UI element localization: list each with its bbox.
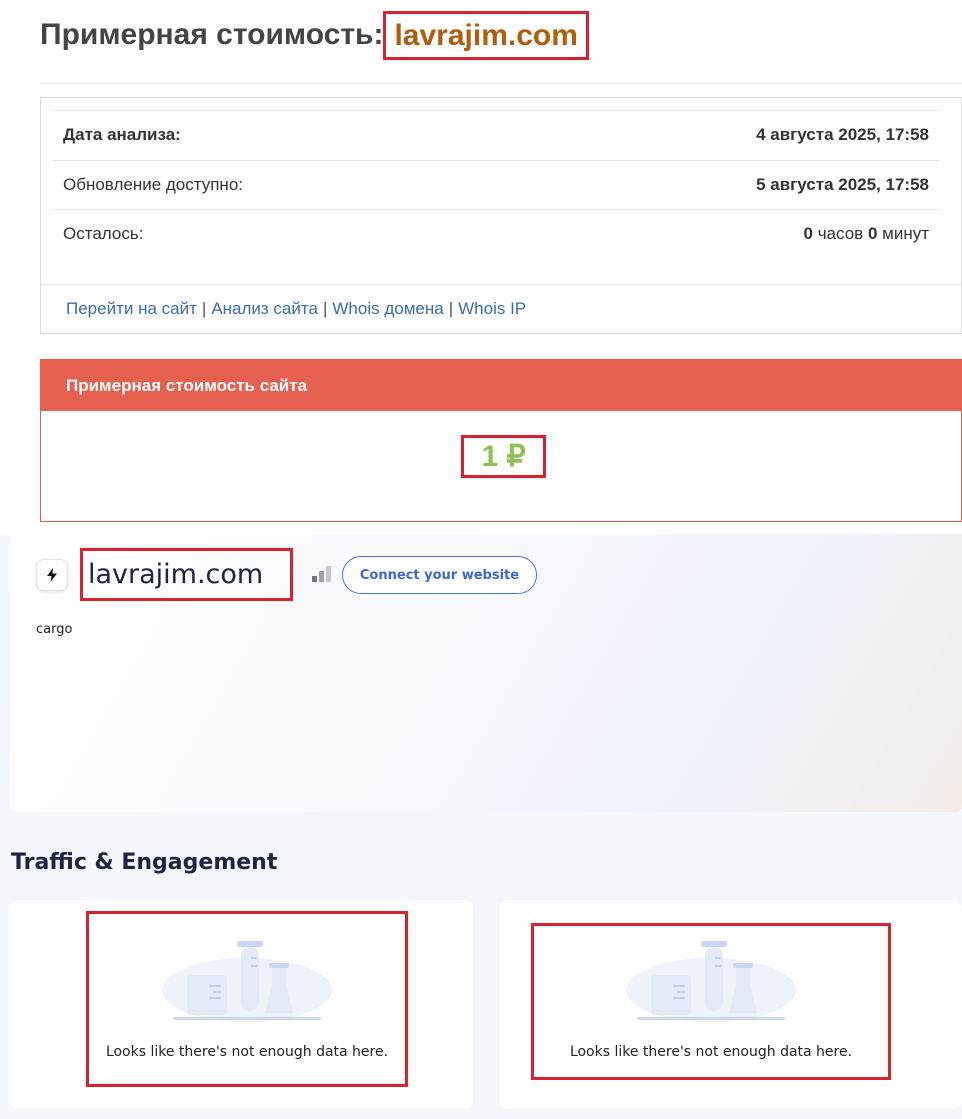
page-title: Примерная стоимость: lavrajim.com — [40, 10, 589, 60]
link-separator: | — [201, 299, 207, 318]
traffic-engagement-heading: Traffic & Engagement — [11, 850, 278, 875]
title-divider — [40, 83, 962, 84]
empty-state-message: Looks like there's not enough data here. — [569, 1044, 853, 1060]
remaining-minutes-unit: минут — [882, 224, 929, 243]
update-available-value: 5 августа 2025, 17:58 — [756, 175, 929, 194]
lab-flasks-illustration — [626, 941, 796, 1022]
analysis-date-row: Дата анализа: 4 августа 2025, 17:58 — [53, 110, 939, 159]
remaining-label: Осталось: — [63, 224, 144, 243]
analysis-date-value: 4 августа 2025, 17:58 — [756, 125, 929, 144]
link-separator: | — [322, 299, 328, 318]
empty-state: Looks like there's not enough data here. — [531, 923, 891, 1080]
remaining-row: Осталось: 0 часов 0 минут — [53, 209, 939, 258]
page-title-prefix: Примерная стоимость: — [40, 18, 384, 51]
traffic-card: Looks like there's not enough data here. — [499, 900, 962, 1109]
site-overview-section: lavrajim.com Connect your website cargo … — [0, 534, 962, 1119]
analysis-panel: Дата анализа: 4 августа 2025, 17:58 Обно… — [40, 97, 962, 334]
site-hero-card: lavrajim.com Connect your website cargo — [10, 534, 962, 812]
link-go-to-site[interactable]: Перейти на сайт — [66, 299, 197, 319]
remaining-hours: 0 — [803, 224, 813, 243]
site-links: Перейти на сайт | Анализ сайта | Whois д… — [41, 284, 961, 333]
remaining-value: 0 часов 0 минут — [804, 224, 930, 244]
site-cost-header: Примерная стоимость сайта — [41, 360, 961, 411]
site-category: cargo — [36, 622, 73, 637]
link-whois-domain[interactable]: Whois домена — [332, 299, 443, 319]
empty-state-message: Looks like there's not enough data here. — [105, 1044, 389, 1060]
remaining-hours-unit: часов — [817, 224, 864, 243]
link-separator: | — [448, 299, 454, 318]
update-available-label: Обновление доступно: — [63, 175, 244, 194]
empty-state: Looks like there's not enough data here. — [86, 911, 408, 1087]
update-available-row: Обновление доступно: 5 августа 2025, 17:… — [53, 160, 939, 209]
rank-bars-icon — [312, 566, 331, 582]
site-cost-panel: Примерная стоимость сайта 1 ₽ — [40, 359, 962, 522]
remaining-minutes: 0 — [867, 224, 878, 243]
traffic-card: Looks like there's not enough data here. — [10, 900, 473, 1109]
link-site-analysis[interactable]: Анализ сайта — [211, 299, 318, 319]
site-cost-value: 1 ₽ — [461, 435, 546, 478]
page-title-domain: lavrajim.com — [383, 10, 589, 60]
connect-website-button[interactable]: Connect your website — [342, 556, 537, 594]
bolt-icon[interactable] — [36, 559, 68, 591]
site-name: lavrajim.com — [80, 548, 293, 601]
analysis-date-label: Дата анализа: — [63, 125, 181, 144]
lab-flasks-illustration — [162, 941, 332, 1022]
link-whois-ip[interactable]: Whois IP — [458, 299, 526, 319]
